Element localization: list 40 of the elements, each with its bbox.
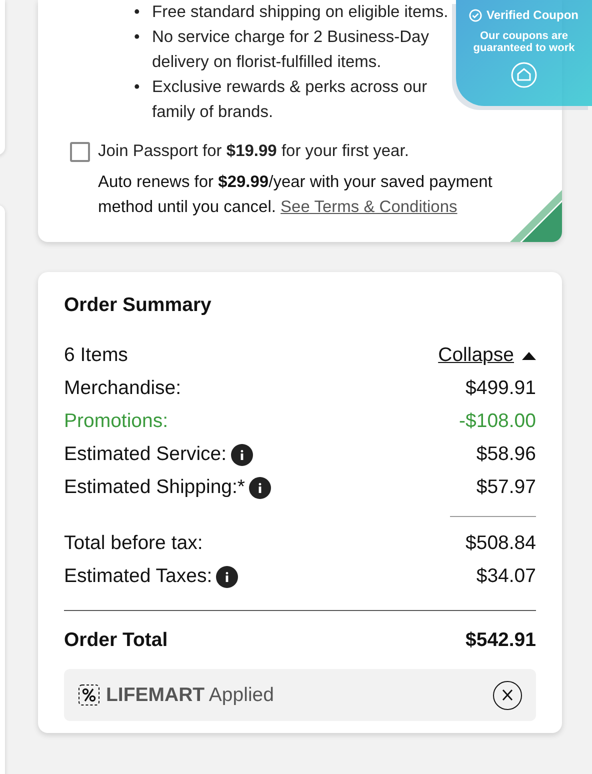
line-value: -$108.00 — [459, 410, 536, 433]
line-label: Merchandise: — [64, 377, 182, 400]
remove-coupon-button[interactable] — [493, 680, 522, 710]
line-label: Promotions: — [64, 410, 168, 433]
line-label: Estimated Shipping:* — [64, 476, 246, 499]
summary-title: Order Summary — [64, 294, 212, 317]
terms-link[interactable]: See Terms & Conditions — [280, 198, 458, 216]
line-value: $499.91 — [466, 377, 536, 400]
checkbox[interactable] — [70, 142, 90, 162]
house-icon — [511, 62, 537, 88]
line-value: $58.96 — [476, 443, 536, 466]
benefit-text: Free standard shipping on eligible items. — [152, 2, 448, 23]
badge-subtitle: Our coupons are guaranteed to work — [472, 30, 576, 54]
items-count: 6 Items — [64, 344, 128, 367]
info-icon[interactable] — [230, 444, 253, 466]
collapse-toggle[interactable]: Collapse — [438, 344, 536, 367]
caret-icon — [522, 352, 536, 360]
benefit-text: Exclusive rewards & perks across our family of brands. — [152, 77, 428, 123]
line-value: $34.07 — [476, 565, 536, 588]
close-icon — [502, 689, 513, 701]
benefit-text: No service charge for 2 Business-Day delivery on florist-fulfilled items. — [152, 27, 430, 73]
bullet: • — [134, 27, 141, 48]
line-label: Total before tax: — [64, 532, 203, 555]
corner-stripe-drawing — [510, 190, 562, 242]
total-value: $542.91 — [466, 628, 536, 652]
bullet: • — [134, 2, 141, 23]
join-label: Join Passport for $19.99 for your first year. — [98, 141, 409, 162]
renewal-text: Auto renews for $29.99/year with your saved payment method until you cancel. See Terms & Conditions — [98, 172, 494, 218]
line-label: Estimated Taxes: — [64, 565, 212, 588]
check-circle-icon — [469, 8, 482, 22]
info-icon[interactable] — [249, 476, 272, 498]
coupon-text: LIFEMART Applied — [106, 684, 275, 706]
badge-title: Verified Coupon — [486, 8, 578, 22]
line-label: Estimated Service: — [64, 443, 227, 466]
line-value: $508.84 — [466, 532, 536, 555]
bullet: • — [134, 77, 141, 98]
percent-tag-icon — [78, 684, 100, 706]
line-value: $57.97 — [476, 476, 536, 499]
info-icon[interactable] — [216, 566, 238, 588]
total-label: Order Total — [64, 628, 168, 652]
